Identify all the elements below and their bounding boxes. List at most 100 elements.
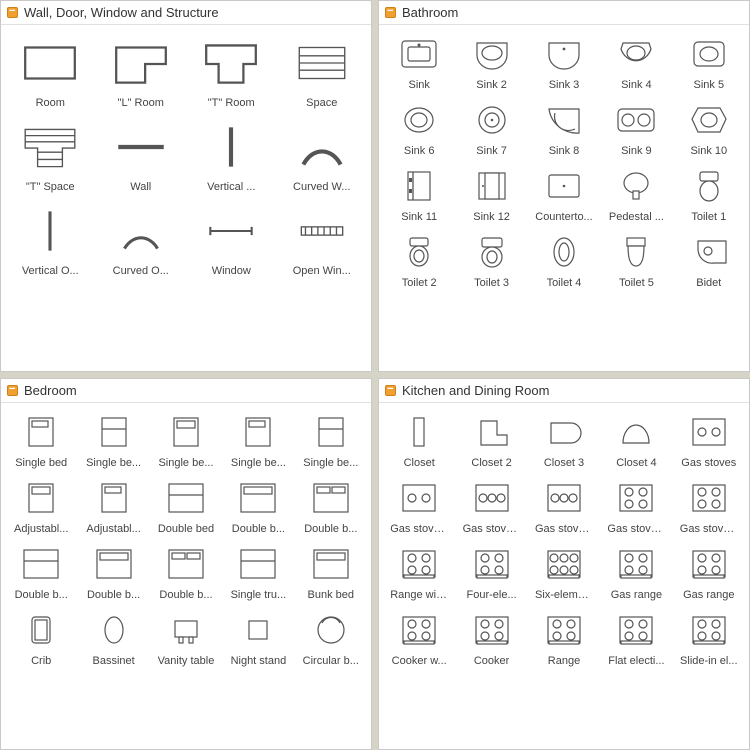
- shape-item-bed11[interactable]: Double b...: [7, 541, 75, 605]
- shape-item-sink3[interactable]: Sink 3: [530, 31, 598, 95]
- shape-item-stove4[interactable]: Gas stove...: [530, 475, 598, 539]
- shape-item-closet3[interactable]: Closet 3: [530, 409, 598, 473]
- shape-item-sink1[interactable]: Sink: [385, 31, 453, 95]
- shape-item-bassinet[interactable]: Bassinet: [79, 607, 147, 671]
- shape-item-closet1[interactable]: Closet: [385, 409, 453, 473]
- shape-item-range3[interactable]: Six-eleme...: [530, 541, 598, 605]
- shape-item-curved-wall[interactable]: Curved W...: [279, 115, 366, 197]
- stove2-icon: [393, 477, 445, 519]
- collapse-icon[interactable]: [7, 385, 18, 396]
- shape-item-stove1[interactable]: Gas stoves: [675, 409, 743, 473]
- bed11-icon: [15, 543, 67, 585]
- shape-item-range5[interactable]: Gas range: [675, 541, 743, 605]
- range1-icon: [393, 543, 445, 585]
- shape-item-countertop[interactable]: Counterto...: [530, 163, 598, 227]
- shape-label: Room: [36, 97, 65, 109]
- shape-item-crib[interactable]: Crib: [7, 607, 75, 671]
- shape-item-bed2[interactable]: Single be...: [79, 409, 147, 473]
- shape-item-sink10[interactable]: Sink 10: [675, 97, 743, 161]
- collapse-icon[interactable]: [7, 7, 18, 18]
- shape-item-sink12[interactable]: Sink 12: [457, 163, 525, 227]
- shape-item-wall[interactable]: Wall: [98, 115, 185, 197]
- shape-item-sink11[interactable]: Sink 11: [385, 163, 453, 227]
- shape-item-bed6[interactable]: Adjustabl...: [7, 475, 75, 539]
- panel-header-kitchen[interactable]: Kitchen and Dining Room: [379, 379, 749, 403]
- shape-item-open-window[interactable]: Open Win...: [279, 199, 366, 281]
- shape-item-range2[interactable]: Four-ele...: [457, 541, 525, 605]
- shape-item-pedestal[interactable]: Pedestal ...: [602, 163, 670, 227]
- cooker4-icon: [610, 609, 662, 651]
- stove6-icon: [683, 477, 735, 519]
- shape-item-closet4[interactable]: Closet 4: [602, 409, 670, 473]
- shape-label: Closet 2: [471, 457, 511, 469]
- shape-item-stove2[interactable]: Gas stove...: [385, 475, 453, 539]
- shape-label: Single be...: [303, 457, 358, 469]
- shape-item-bed8[interactable]: Double bed: [152, 475, 220, 539]
- shape-item-bed9[interactable]: Double b...: [224, 475, 292, 539]
- shape-item-vertical-open[interactable]: Vertical O...: [7, 199, 94, 281]
- shape-item-vertical-wall[interactable]: Vertical ...: [188, 115, 275, 197]
- shape-item-sink6[interactable]: Sink 6: [385, 97, 453, 161]
- panel-header-wall[interactable]: Wall, Door, Window and Structure: [1, 1, 371, 25]
- space-icon: [287, 33, 357, 93]
- shape-item-bed10[interactable]: Double b...: [297, 475, 365, 539]
- shape-item-t-room[interactable]: "T" Room: [188, 31, 275, 113]
- shape-item-cooker2[interactable]: Cooker: [457, 607, 525, 671]
- shape-item-space[interactable]: Space: [279, 31, 366, 113]
- shape-item-window[interactable]: Window: [188, 199, 275, 281]
- shape-item-closet2[interactable]: Closet 2: [457, 409, 525, 473]
- shape-label: Open Win...: [293, 265, 351, 277]
- shape-item-t-space[interactable]: "T" Space: [7, 115, 94, 197]
- shape-item-stove3[interactable]: Gas stove...: [457, 475, 525, 539]
- shape-item-bed5[interactable]: Single be...: [297, 409, 365, 473]
- shape-item-sink4[interactable]: Sink 4: [602, 31, 670, 95]
- shape-label: Night stand: [231, 655, 287, 667]
- shape-item-sink9[interactable]: Sink 9: [602, 97, 670, 161]
- shape-item-bidet[interactable]: Bidet: [675, 229, 743, 293]
- shape-item-cooker3[interactable]: Range: [530, 607, 598, 671]
- shape-item-l-room[interactable]: "L" Room: [98, 31, 185, 113]
- shape-item-sink8[interactable]: Sink 8: [530, 97, 598, 161]
- shape-item-bed13[interactable]: Double b...: [152, 541, 220, 605]
- shape-item-sink7[interactable]: Sink 7: [457, 97, 525, 161]
- shape-item-nightstand[interactable]: Night stand: [224, 607, 292, 671]
- shape-item-bed14[interactable]: Single tru...: [224, 541, 292, 605]
- collapse-icon[interactable]: [385, 7, 396, 18]
- shape-item-bed3[interactable]: Single be...: [152, 409, 220, 473]
- shape-item-bed4[interactable]: Single be...: [224, 409, 292, 473]
- shape-label: Sink 6: [404, 145, 435, 157]
- shape-item-toilet4[interactable]: Toilet 4: [530, 229, 598, 293]
- shape-label: Sink 7: [476, 145, 507, 157]
- panel-header-bedroom[interactable]: Bedroom: [1, 379, 371, 403]
- bed4-icon: [232, 411, 284, 453]
- shape-item-range4[interactable]: Gas range: [602, 541, 670, 605]
- shape-item-toilet2[interactable]: Toilet 2: [385, 229, 453, 293]
- stove5-icon: [610, 477, 662, 519]
- shape-item-toilet3[interactable]: Toilet 3: [457, 229, 525, 293]
- shape-item-stove5[interactable]: Gas stove...: [602, 475, 670, 539]
- shape-item-sink2[interactable]: Sink 2: [457, 31, 525, 95]
- shape-label: Crib: [31, 655, 51, 667]
- shape-item-toilet1[interactable]: Toilet 1: [675, 163, 743, 227]
- shape-item-bed7[interactable]: Adjustabl...: [79, 475, 147, 539]
- shape-item-circularbed[interactable]: Circular b...: [297, 607, 365, 671]
- shape-item-cooker5[interactable]: Slide-in el...: [675, 607, 743, 671]
- shape-item-bed1[interactable]: Single bed: [7, 409, 75, 473]
- shape-item-range1[interactable]: Range wit...: [385, 541, 453, 605]
- shape-item-cooker4[interactable]: Flat electi...: [602, 607, 670, 671]
- shape-item-room[interactable]: Room: [7, 31, 94, 113]
- collapse-icon[interactable]: [385, 385, 396, 396]
- shape-item-sink5[interactable]: Sink 5: [675, 31, 743, 95]
- shape-item-cooker1[interactable]: Cooker w...: [385, 607, 453, 671]
- shape-item-vanity[interactable]: Vanity table: [152, 607, 220, 671]
- shape-label: "T" Space: [26, 181, 75, 193]
- shape-item-stove6[interactable]: Gas stove...: [675, 475, 743, 539]
- shape-label: Double b...: [304, 523, 357, 535]
- shape-item-bed15[interactable]: Bunk bed: [297, 541, 365, 605]
- shape-item-curved-open[interactable]: Curved O...: [98, 199, 185, 281]
- panel-header-bathroom[interactable]: Bathroom: [379, 1, 749, 25]
- shape-label: Single be...: [158, 457, 213, 469]
- shape-item-toilet5[interactable]: Toilet 5: [602, 229, 670, 293]
- shape-grid: Single bedSingle be...Single be...Single…: [7, 409, 365, 671]
- shape-item-bed12[interactable]: Double b...: [79, 541, 147, 605]
